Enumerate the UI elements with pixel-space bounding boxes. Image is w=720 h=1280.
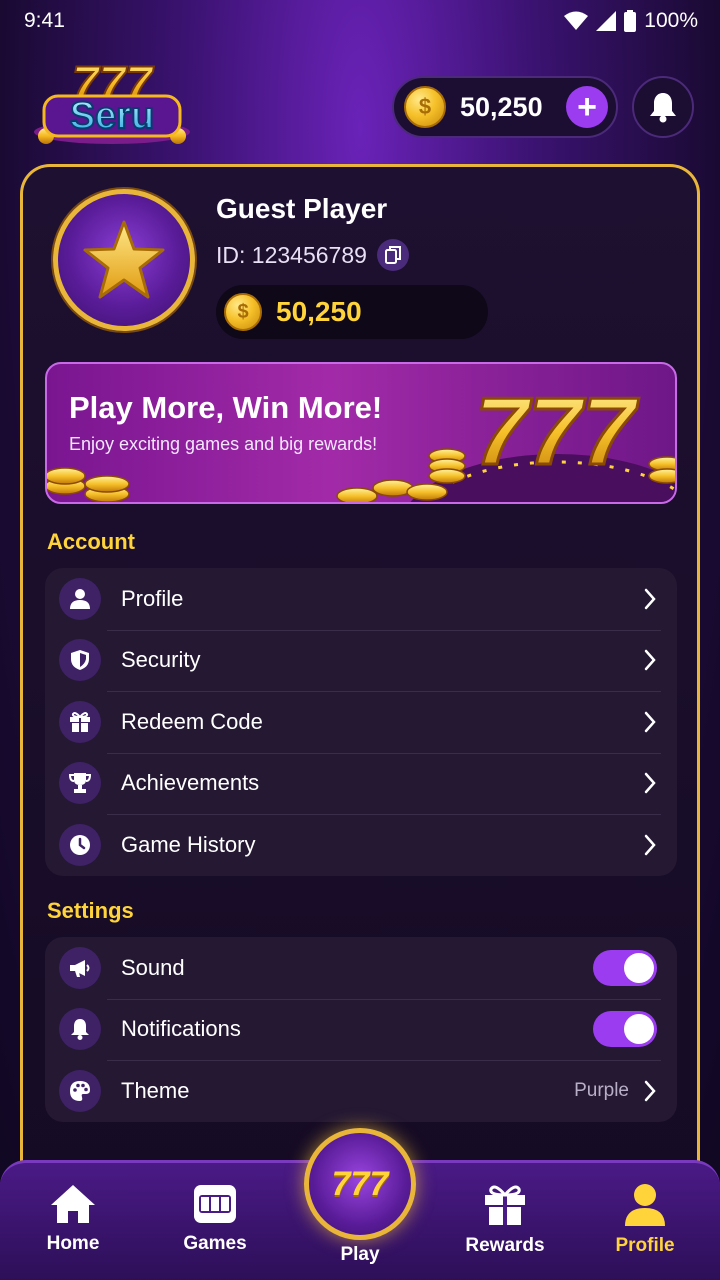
svg-text:777: 777	[475, 378, 640, 485]
settings-list: Sound Notifications Theme Purple	[45, 937, 677, 1122]
clock-icon	[59, 823, 101, 866]
banner-title: Play More, Win More!	[69, 390, 383, 425]
copy-icon	[384, 246, 401, 264]
user-icon	[59, 577, 101, 620]
promo-banner[interactable]: 777 Play More, Win More! Enjoy exciting …	[45, 362, 677, 504]
account-item-game-history[interactable]: Game History	[45, 814, 677, 876]
notifications-button[interactable]	[632, 76, 694, 138]
player-id-row: ID: 123456789	[216, 239, 409, 271]
slot-machine-icon	[194, 1185, 236, 1223]
chevron-right-icon	[644, 711, 656, 732]
profile-balance-pill: $ 50,250	[216, 285, 488, 339]
settings-item-label: Sound	[121, 954, 185, 980]
nav-label: Home	[46, 1233, 100, 1254]
account-item-label: Profile	[121, 585, 184, 611]
account-item-redeem-code[interactable]: Redeem Code	[45, 691, 677, 753]
coin-balance: 50,250	[460, 91, 543, 122]
account-item-achievements[interactable]: Achievements	[45, 752, 677, 815]
nav-games[interactable]: Games	[155, 1163, 275, 1280]
account-list: Profile Security Redeem Code Achievement…	[45, 568, 677, 876]
coin-icon: $	[224, 293, 262, 331]
777-icon: 777	[331, 1164, 389, 1203]
shield-icon	[59, 639, 101, 682]
account-section-title: Account	[47, 529, 135, 554]
nav-label: Games	[183, 1233, 247, 1254]
user-icon	[625, 1184, 665, 1226]
nav-play-label: Play	[340, 1244, 380, 1265]
battery-icon	[624, 10, 637, 32]
banner-subtitle: Enjoy exciting games and big rewards!	[69, 434, 378, 454]
coin-balance-pill[interactable]: $ 50,250 +	[392, 76, 618, 138]
status-time: 9:41	[24, 9, 65, 32]
settings-item-label: Theme	[121, 1077, 190, 1103]
chevron-right-icon	[644, 773, 656, 794]
wifi-icon	[564, 11, 589, 30]
theme-value: Purple	[574, 1079, 629, 1101]
nav-label: Rewards	[465, 1235, 545, 1256]
settings-section-title: Settings	[47, 898, 134, 923]
add-coins-button[interactable]: +	[566, 86, 608, 128]
home-icon	[51, 1185, 95, 1223]
copy-id-button[interactable]	[376, 239, 409, 271]
avatar[interactable]	[53, 189, 195, 331]
svg-text:Seru: Seru	[70, 95, 154, 137]
account-item-profile[interactable]: Profile	[45, 568, 677, 630]
chevron-right-icon	[644, 1080, 656, 1101]
app-logo: 777 Seru	[34, 57, 190, 144]
status-icons: 100%	[564, 9, 698, 33]
chevron-right-icon	[644, 588, 656, 609]
settings-item-notifications[interactable]: Notifications	[45, 998, 677, 1061]
settings-item-theme[interactable]: Theme Purple	[45, 1060, 677, 1122]
chevron-right-icon	[644, 834, 656, 855]
settings-item-sound[interactable]: Sound	[45, 937, 677, 999]
nav-play-button[interactable]: 777	[304, 1128, 416, 1240]
signal-icon	[596, 11, 617, 31]
notifications-toggle[interactable]	[593, 1011, 657, 1048]
nav-label: Profile	[615, 1235, 675, 1256]
profile-card: Guest Player ID: 123456789 $ 50,250 777	[20, 164, 700, 1204]
profile-balance: 50,250	[276, 296, 362, 327]
coin-icon: $	[404, 86, 446, 128]
nav-home[interactable]: Home	[13, 1163, 133, 1280]
star-icon	[83, 220, 165, 299]
account-item-label: Achievements	[121, 770, 260, 796]
gift-icon	[59, 700, 101, 743]
trophy-icon	[59, 762, 101, 805]
sound-toggle[interactable]	[593, 949, 657, 986]
battery-level: 100%	[644, 9, 698, 32]
account-item-label: Security	[121, 647, 201, 673]
nav-profile[interactable]: Profile	[585, 1163, 705, 1280]
gift-icon	[485, 1185, 525, 1225]
status-bar: 9:41 100%	[0, 0, 720, 42]
bell-icon	[59, 1008, 101, 1051]
palette-icon	[59, 1069, 101, 1112]
megaphone-icon	[59, 946, 101, 989]
account-item-security[interactable]: Security	[45, 629, 677, 692]
account-item-label: Redeem Code	[121, 708, 263, 734]
bell-icon	[650, 93, 676, 123]
chevron-right-icon	[644, 650, 656, 671]
account-item-label: Game History	[121, 831, 256, 857]
player-id: ID: 123456789	[216, 241, 367, 268]
player-name: Guest Player	[216, 193, 388, 224]
settings-item-label: Notifications	[121, 1016, 241, 1042]
nav-rewards[interactable]: Rewards	[445, 1163, 565, 1280]
